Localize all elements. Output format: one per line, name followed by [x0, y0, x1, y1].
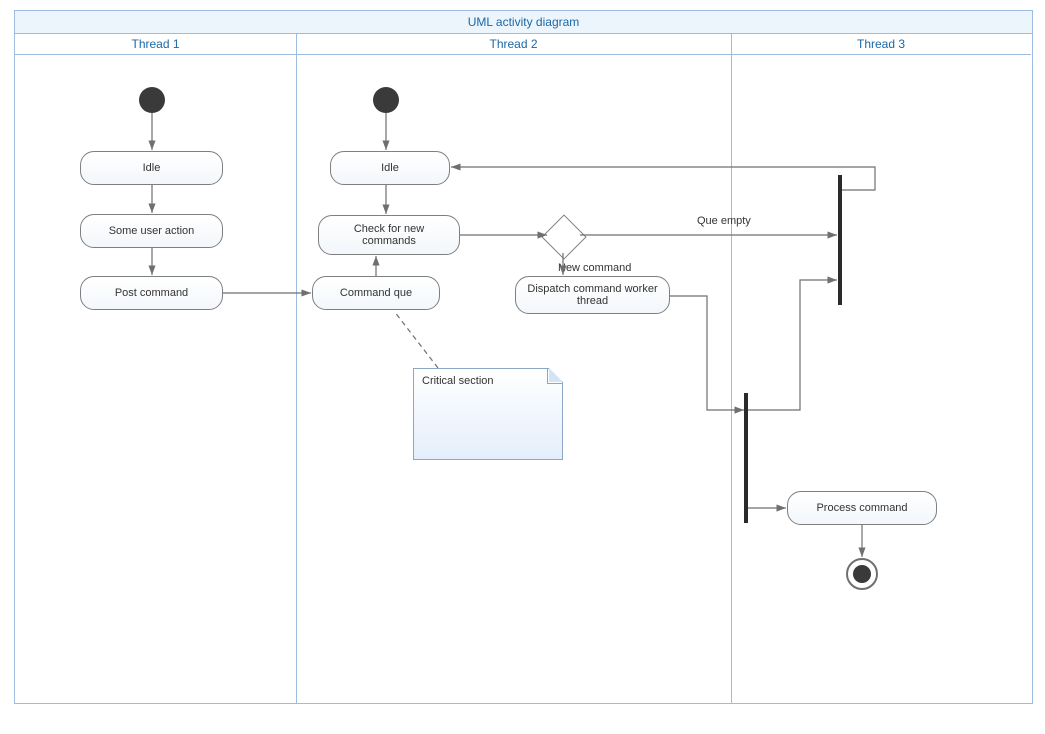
join-bar	[838, 175, 842, 305]
fork-bar	[744, 393, 748, 523]
note-text: Critical section	[422, 375, 494, 387]
activity-idle-t1: Idle	[80, 151, 223, 185]
activity-command-queue: Command que	[312, 276, 440, 310]
lane-header-thread1: Thread 1	[15, 34, 296, 55]
diagram-frame: UML activity diagram Thread 1 Thread 2 T…	[14, 10, 1033, 704]
final-node-inner	[853, 565, 871, 583]
note-fold-icon	[547, 369, 562, 384]
edge-label-new-command: New command	[558, 262, 631, 274]
initial-node-thread2	[373, 87, 399, 113]
activity-dispatch-command: Dispatch command worker thread	[515, 276, 670, 314]
activity-some-user-action: Some user action	[80, 214, 223, 248]
activity-post-command: Post command	[80, 276, 223, 310]
note-critical-section: Critical section	[413, 368, 563, 460]
edge-label-queue-empty: Que empty	[697, 215, 751, 227]
activity-check-new-commands: Check for new commands	[318, 215, 460, 255]
initial-node-thread1	[139, 87, 165, 113]
lane-header-thread2: Thread 2	[296, 34, 731, 55]
diagram-stage: UML activity diagram Thread 1 Thread 2 T…	[0, 0, 1045, 734]
lane-divider-1	[296, 34, 297, 704]
final-node	[846, 558, 878, 590]
activity-idle-t2: Idle	[330, 151, 450, 185]
lane-divider-2	[731, 34, 732, 704]
activity-process-command: Process command	[787, 491, 937, 525]
lane-header-thread3: Thread 3	[731, 34, 1031, 55]
frame-title: UML activity diagram	[15, 11, 1032, 34]
